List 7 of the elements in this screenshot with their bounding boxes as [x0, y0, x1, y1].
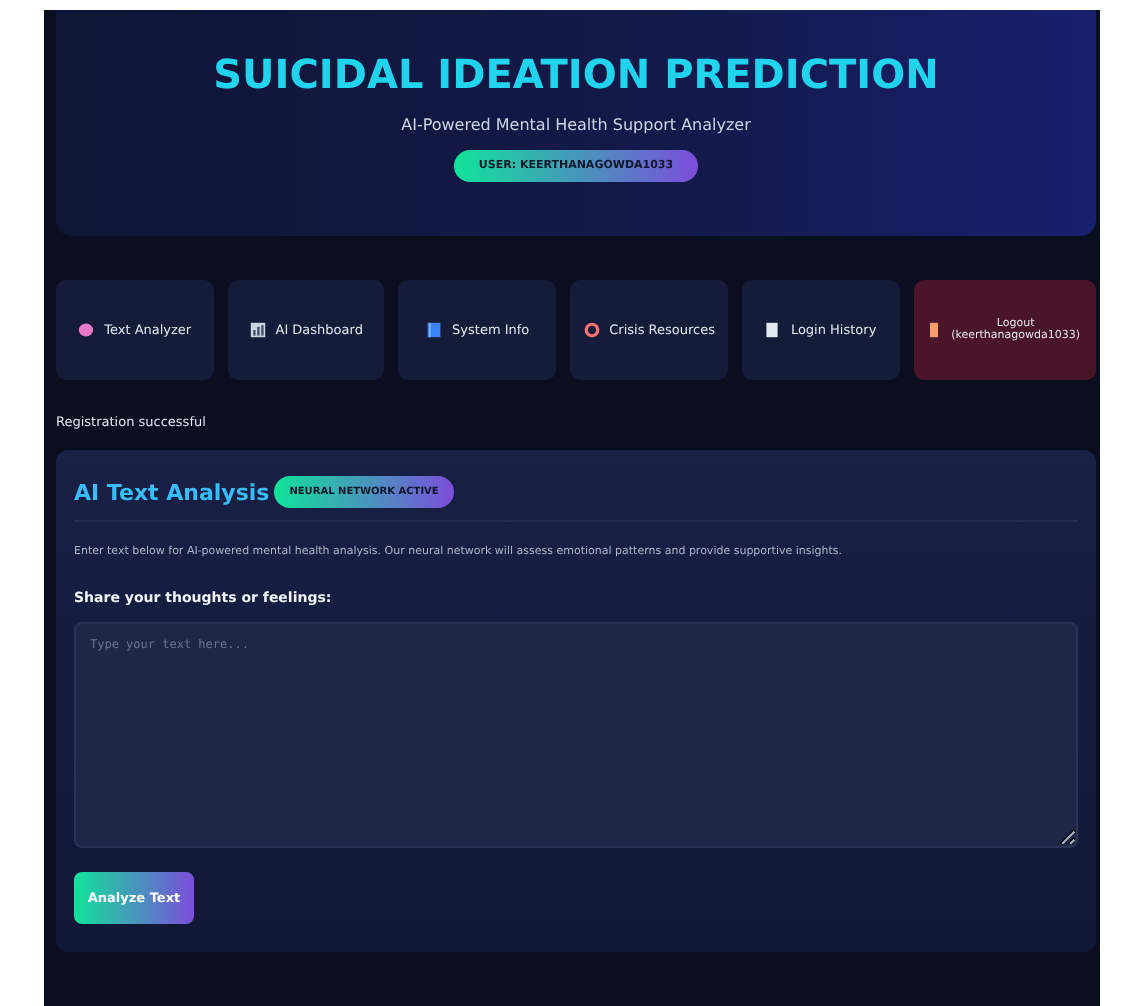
app-title: SUICIDAL IDEATION PREDICTION: [213, 50, 939, 98]
panel-title: AI Text Analysis: [74, 479, 270, 505]
book-icon: [426, 322, 443, 338]
chart-icon: [249, 322, 266, 338]
app-subtitle: AI-Powered Mental Health Support Analyzer: [401, 116, 751, 134]
lifebuoy-icon: [583, 322, 600, 338]
page-icon: [764, 322, 781, 338]
